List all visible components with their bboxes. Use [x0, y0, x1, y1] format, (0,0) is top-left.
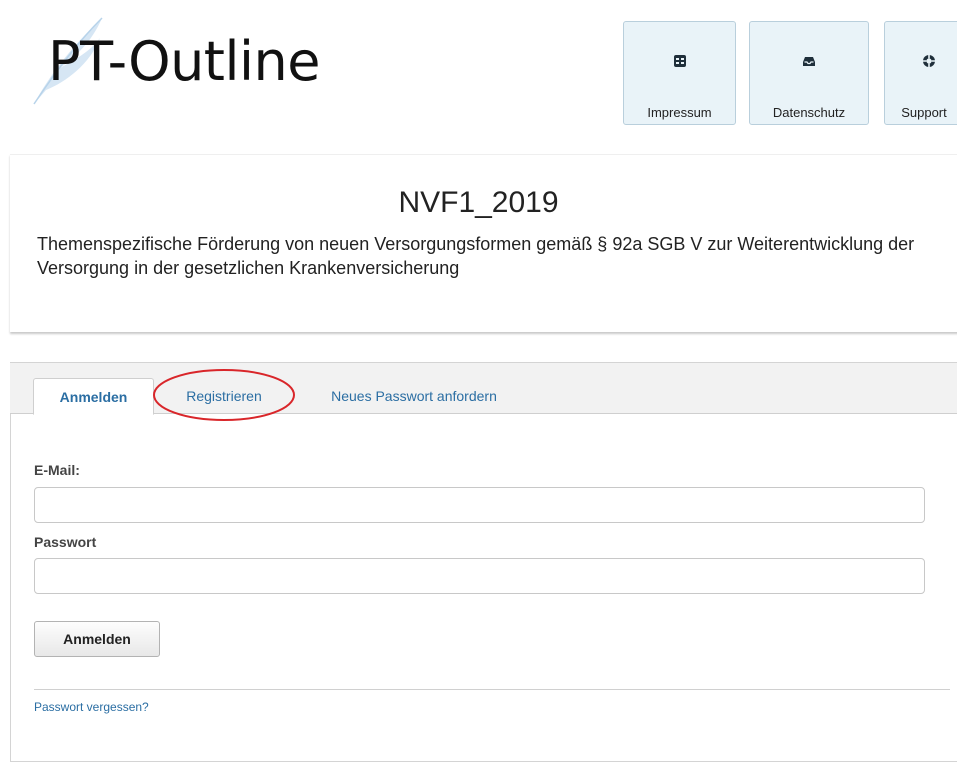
password-label: Passwort: [34, 534, 97, 550]
divider: [34, 689, 950, 690]
project-title: NVF1_2019: [398, 186, 559, 219]
logo-text: PT-Outline: [48, 30, 320, 93]
nav-datenschutz-button[interactable]: Datenschutz: [749, 21, 869, 125]
nav-support-button[interactable]: Support: [884, 21, 957, 125]
nav-support-label: Support: [901, 105, 947, 120]
lifebuoy-icon: [923, 55, 935, 67]
building-icon: [673, 55, 686, 67]
nav-datenschutz-label: Datenschutz: [772, 105, 846, 120]
tab-anmelden[interactable]: Anmelden: [33, 378, 154, 415]
nav-impressum-label: Impressum: [647, 105, 712, 120]
tab-neues-passwort[interactable]: Neues Passwort anfordern: [300, 378, 528, 415]
forgot-password-link[interactable]: Passwort vergessen?: [34, 700, 149, 714]
logo[interactable]: PT-Outline: [30, 8, 390, 108]
project-description: Themenspezifische Förderung von neuen Ve…: [37, 234, 915, 278]
password-field[interactable]: [34, 558, 925, 594]
nav-impressum-button[interactable]: Impressum: [623, 21, 736, 125]
email-label: E-Mail:: [34, 462, 80, 478]
email-field[interactable]: [34, 487, 925, 523]
login-button[interactable]: Anmelden: [34, 621, 160, 657]
inbox-tray-icon: [803, 57, 815, 66]
highlight-ring: [153, 369, 295, 421]
